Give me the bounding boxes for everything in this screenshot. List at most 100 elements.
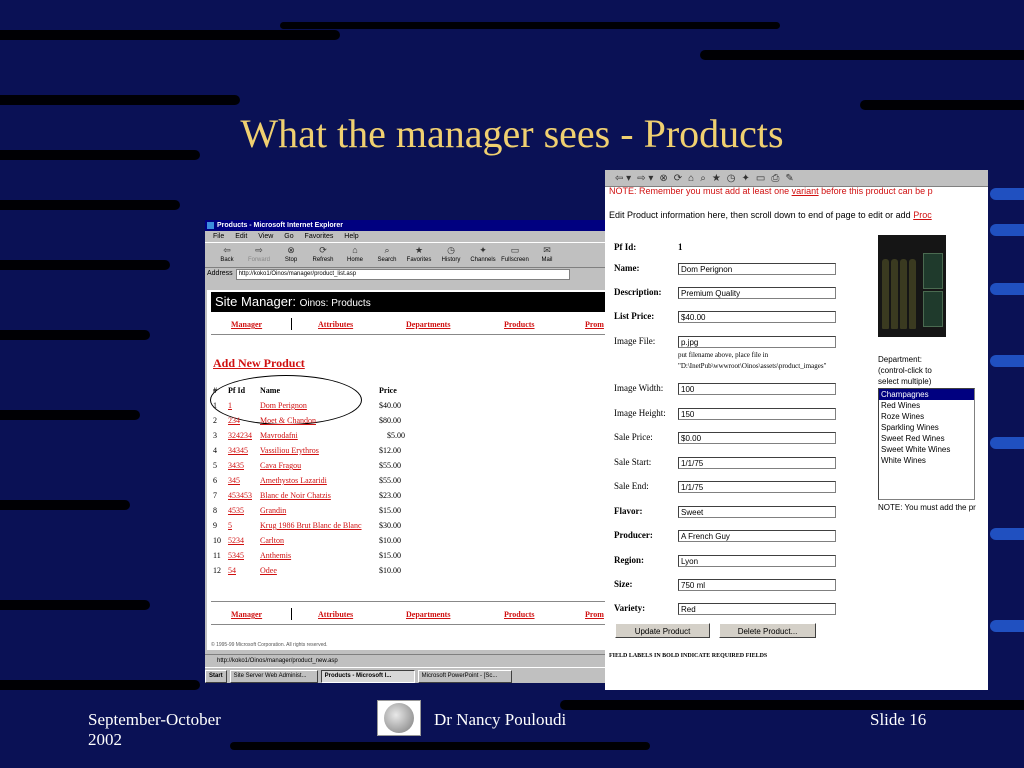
history-button[interactable]: ◷ History bbox=[435, 243, 467, 267]
taskbar-item-products[interactable]: Products - Microsoft I... bbox=[320, 669, 415, 683]
delete-product-button[interactable]: Delete Product... bbox=[719, 623, 816, 638]
fullscreen-icon[interactable]: ▭ bbox=[756, 173, 765, 184]
forward-button[interactable]: ⇨ Forward bbox=[243, 243, 275, 267]
forward-arrow-icon[interactable]: ⇨ ▾ bbox=[637, 173, 653, 184]
channels-button[interactable]: ✦ Channels bbox=[467, 243, 499, 267]
department-option[interactable]: Champagnes bbox=[879, 389, 974, 400]
nav-departments[interactable]: Departments bbox=[406, 320, 450, 329]
variant-link[interactable]: variant bbox=[792, 186, 819, 196]
nav-departments[interactable]: Departments bbox=[406, 610, 450, 619]
nav-manager[interactable]: Manager bbox=[231, 320, 262, 329]
home-button[interactable]: ⌂ Home bbox=[339, 243, 371, 267]
region-input[interactable]: Lyon bbox=[678, 555, 836, 567]
product-name-link[interactable]: Vassiliou Erythros bbox=[260, 446, 319, 455]
product-name-link[interactable]: Amethystos Lazaridi bbox=[260, 476, 327, 485]
menu-edit[interactable]: Edit bbox=[235, 233, 247, 240]
window-titlebar[interactable]: Products - Microsoft Internet Explorer bbox=[205, 220, 605, 231]
product-name-link[interactable]: Carlton bbox=[260, 536, 284, 545]
taskbar-item-site-server[interactable]: Site Server Web Administ... bbox=[229, 669, 318, 683]
product-id-link[interactable]: 324234 bbox=[228, 431, 252, 440]
sale-start-input[interactable]: 1/1/75 bbox=[678, 457, 836, 469]
refresh-icon[interactable]: ⟳ bbox=[674, 173, 682, 184]
image-height-input[interactable]: 150 bbox=[678, 408, 836, 420]
name-input[interactable]: Dom Perignon bbox=[678, 263, 836, 275]
product-id-link[interactable]: 3435 bbox=[228, 461, 244, 470]
product-id-link[interactable]: 345 bbox=[228, 476, 240, 485]
product-id-link[interactable]: 5234 bbox=[228, 536, 244, 545]
field-label: Pf Id: bbox=[614, 242, 637, 252]
taskbar-item-powerpoint[interactable]: Microsoft PowerPoint - [Sc... bbox=[417, 669, 512, 683]
stop-button[interactable]: ⊗ Stop bbox=[275, 243, 307, 267]
department-option[interactable]: Sweet White Wines bbox=[879, 444, 974, 455]
product-id-link[interactable]: 54 bbox=[228, 566, 236, 575]
add-new-product-link[interactable]: Add New Product bbox=[213, 356, 305, 371]
site-manager-header: Site Manager: Oinos: Products bbox=[211, 292, 605, 312]
product-name-link[interactable]: Cava Fragou bbox=[260, 461, 301, 470]
mail-button[interactable]: ✉ Mail bbox=[531, 243, 563, 267]
nav-products[interactable]: Products bbox=[504, 610, 535, 619]
menu-file[interactable]: File bbox=[213, 233, 224, 240]
product-id-link[interactable]: 453453 bbox=[228, 491, 252, 500]
image-hint: put filename above, place file in bbox=[678, 351, 769, 359]
menu-go[interactable]: Go bbox=[284, 233, 293, 240]
department-option[interactable]: Sweet Red Wines bbox=[879, 433, 974, 444]
product-id-link[interactable]: 1 bbox=[228, 401, 232, 410]
address-input[interactable]: http://koko1/Oinos/manager/product_list.… bbox=[235, 268, 570, 280]
channels-icon[interactable]: ✦ bbox=[742, 173, 750, 184]
nav-promotions[interactable]: Prom bbox=[585, 320, 604, 329]
product-name-link[interactable]: Krug 1986 Brut Blanc de Blanc bbox=[260, 521, 378, 530]
fullscreen-button[interactable]: ▭ Fullscreen bbox=[499, 243, 531, 267]
product-id-link[interactable]: 5 bbox=[228, 521, 232, 530]
favorites-icon[interactable]: ★ bbox=[712, 173, 721, 184]
product-name-link[interactable]: Grandin bbox=[260, 506, 286, 515]
history-icon[interactable]: ◷ bbox=[727, 173, 736, 184]
product-id-link[interactable]: 5345 bbox=[228, 551, 244, 560]
product-name-link[interactable]: Dom Perignon bbox=[260, 401, 307, 410]
product-id-link[interactable]: 234 bbox=[228, 416, 240, 425]
edit-icon[interactable]: ✎ bbox=[785, 173, 793, 184]
home-icon[interactable]: ⌂ bbox=[688, 173, 694, 184]
image-file-input[interactable]: p.jpg bbox=[678, 336, 836, 348]
variety-input[interactable]: Red bbox=[678, 603, 836, 615]
product-name-link[interactable]: Mavrodafni bbox=[260, 431, 298, 440]
back-arrow-icon[interactable]: ⇦ ▾ bbox=[615, 173, 631, 184]
nav-products[interactable]: Products bbox=[504, 320, 535, 329]
product-name-link[interactable]: Blanc de Noir Chatzis bbox=[260, 491, 331, 500]
producer-input[interactable]: A French Guy bbox=[678, 530, 836, 542]
update-product-button[interactable]: Update Product bbox=[615, 623, 710, 638]
nav-attributes[interactable]: Attributes bbox=[318, 320, 353, 329]
search-button[interactable]: ⌕ Search bbox=[371, 243, 403, 267]
department-option[interactable]: Roze Wines bbox=[879, 411, 974, 422]
stop-icon[interactable]: ⊗ bbox=[659, 173, 667, 184]
favorites-button[interactable]: ★ Favorites bbox=[403, 243, 435, 267]
size-input[interactable]: 750 ml bbox=[678, 579, 836, 591]
product-name-link[interactable]: Moet & Chandon bbox=[260, 416, 316, 425]
search-icon[interactable]: ⌕ bbox=[700, 173, 706, 184]
department-option[interactable]: Sparkling Wines bbox=[879, 422, 974, 433]
description-input[interactable]: Premium Quality bbox=[678, 287, 836, 299]
menu-view[interactable]: View bbox=[258, 233, 273, 240]
sale-price-input[interactable]: $0.00 bbox=[678, 432, 836, 444]
sale-end-input[interactable]: 1/1/75 bbox=[678, 481, 836, 493]
list-price-input[interactable]: $40.00 bbox=[678, 311, 836, 323]
print-icon[interactable]: ⎙ bbox=[771, 173, 779, 184]
nav-promotions[interactable]: Prom bbox=[585, 610, 604, 619]
department-option[interactable]: Red Wines bbox=[879, 400, 974, 411]
products-link[interactable]: Proc bbox=[913, 210, 932, 220]
product-name-link[interactable]: Odee bbox=[260, 566, 277, 575]
product-id-link[interactable]: 4535 bbox=[228, 506, 244, 515]
fullscreen-icon: ▭ bbox=[510, 245, 520, 255]
image-width-input[interactable]: 100 bbox=[678, 383, 836, 395]
refresh-button[interactable]: ⟳ Refresh bbox=[307, 243, 339, 267]
menu-help[interactable]: Help bbox=[344, 233, 358, 240]
nav-manager[interactable]: Manager bbox=[231, 610, 262, 619]
product-id-link[interactable]: 34345 bbox=[228, 446, 248, 455]
back-button[interactable]: ⇦ Back bbox=[211, 243, 243, 267]
department-listbox[interactable]: Champagnes Red Wines Roze Wines Sparklin… bbox=[878, 388, 975, 500]
department-option[interactable]: White Wines bbox=[879, 455, 974, 466]
start-button[interactable]: Start bbox=[205, 669, 227, 683]
nav-attributes[interactable]: Attributes bbox=[318, 610, 353, 619]
flavor-input[interactable]: Sweet bbox=[678, 506, 836, 518]
product-name-link[interactable]: Anthemis bbox=[260, 551, 291, 560]
menu-favorites[interactable]: Favorites bbox=[305, 233, 334, 240]
